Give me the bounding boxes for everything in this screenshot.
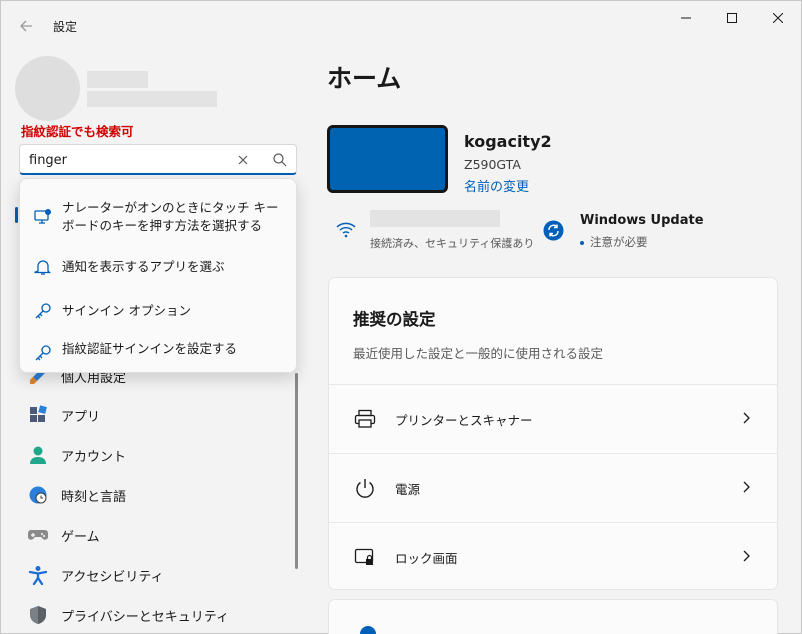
device-model: Z590GTA xyxy=(464,157,521,172)
sidebar-item-label: プライバシーとセキュリティ xyxy=(61,609,229,625)
shield-icon xyxy=(27,604,49,626)
suggestion-narrator-keyboard[interactable]: ナレーターがオンのときにタッチ キーボードのキーを押す方法を選択する xyxy=(20,187,296,245)
sync-icon xyxy=(543,220,564,241)
sidebar-item-time-language[interactable]: 時刻と言語 xyxy=(21,477,291,513)
globe-clock-icon xyxy=(27,484,49,506)
suggestion-label: 通知を表示するアプリを選ぶ xyxy=(62,259,225,274)
avatar[interactable] xyxy=(15,56,80,121)
printer-icon xyxy=(353,407,377,431)
sidebar-item-apps[interactable]: アプリ xyxy=(21,397,291,433)
key-icon xyxy=(33,343,53,363)
sidebar-item-gaming[interactable]: ゲーム xyxy=(21,517,291,553)
close-icon xyxy=(773,13,783,23)
minimize-button[interactable] xyxy=(663,1,709,35)
search-box[interactable] xyxy=(19,144,297,175)
title-bar: 設定 xyxy=(1,1,801,49)
sidebar-item-label: アプリ xyxy=(61,409,101,425)
suggestion-label: 指紋認証サインインを設定する xyxy=(62,341,238,356)
maximize-icon xyxy=(727,13,737,23)
chevron-right-icon xyxy=(739,480,753,494)
row-printers-scanners[interactable]: プリンターとスキャナー xyxy=(329,384,777,452)
bell-icon xyxy=(33,257,53,277)
search-suggestions: ナレーターがオンのときにタッチ キーボードのキーを押す方法を選択する 通知を表示… xyxy=(19,178,297,373)
network-name-redacted[interactable] xyxy=(370,210,500,227)
annotation-text: 指紋認証でも検索可 xyxy=(21,124,134,139)
row-lock-screen[interactable]: ロック画面 xyxy=(329,522,777,590)
windows-update-status-label: 注意が必要 xyxy=(590,235,648,249)
sidebar-scrollbar[interactable] xyxy=(295,373,298,569)
arrow-left-icon xyxy=(20,20,32,32)
sidebar-item-accounts[interactable]: アカウント xyxy=(21,437,291,473)
row-label: ロック画面 xyxy=(395,551,458,566)
user-name-redacted xyxy=(87,71,148,88)
user-email-redacted xyxy=(87,91,217,107)
minimize-icon xyxy=(681,17,691,19)
search-button[interactable] xyxy=(272,152,288,168)
row-power[interactable]: 電源 xyxy=(329,453,777,521)
clear-search-button[interactable] xyxy=(235,152,251,168)
card-subtitle: 最近使用した設定と一般的に使用される設定 xyxy=(353,346,604,361)
lock-screen-icon xyxy=(353,545,377,569)
chevron-right-icon xyxy=(739,411,753,425)
search-input[interactable] xyxy=(29,150,219,170)
suggestion-fingerprint-signin[interactable]: 指紋認証サインインを設定する xyxy=(20,333,296,373)
key-icon xyxy=(33,301,53,321)
suggestion-label: サインイン オプション xyxy=(62,303,191,318)
apps-icon xyxy=(27,404,49,426)
accessibility-icon xyxy=(27,564,49,586)
row-label: プリンターとスキャナー xyxy=(395,413,533,428)
selection-indicator xyxy=(15,207,18,223)
suggestion-signin-options[interactable]: サインイン オプション xyxy=(20,289,296,333)
gamepad-icon xyxy=(27,524,49,546)
narrator-keyboard-icon xyxy=(33,207,53,227)
power-icon xyxy=(353,476,377,500)
window-title: 設定 xyxy=(53,20,78,34)
sidebar-item-label: アカウント xyxy=(61,449,127,465)
chevron-right-icon xyxy=(739,549,753,563)
device-name: kogacity2 xyxy=(464,132,552,151)
wifi-icon xyxy=(335,219,357,239)
back-button[interactable] xyxy=(13,13,39,39)
close-icon xyxy=(238,155,248,165)
sidebar-item-label: ゲーム xyxy=(61,529,100,545)
windows-update-status: 注意が必要 xyxy=(580,234,648,250)
suggestion-label: ナレーターがオンのときにタッチ キーボードのキーを押す方法を選択する xyxy=(62,200,279,233)
device-image xyxy=(327,125,448,193)
network-status: 接続済み、セキュリティ保護あり xyxy=(370,237,535,250)
settings-window: 設定 指紋認証でも検索可 ナレーターがオンのときにタッチ キーボードのキーを xyxy=(0,0,802,634)
secondary-card xyxy=(328,599,778,634)
maximize-button[interactable] xyxy=(709,1,755,35)
status-dot xyxy=(580,240,584,245)
person-icon xyxy=(27,444,49,466)
sidebar-item-label: アクセシビリティ xyxy=(61,569,164,585)
rename-link[interactable]: 名前の変更 xyxy=(464,176,529,195)
sidebar-item-privacy-security[interactable]: プライバシーとセキュリティ xyxy=(21,597,291,633)
sidebar-item-accessibility[interactable]: アクセシビリティ xyxy=(21,557,291,593)
close-button[interactable] xyxy=(755,1,801,35)
row-label: 電源 xyxy=(395,482,421,497)
card-title: 推奨の設定 xyxy=(353,310,436,329)
recommended-settings-card: 推奨の設定 最近使用した設定と一般的に使用される設定 プリンターとスキャナー 電… xyxy=(328,277,778,590)
windows-update-title[interactable]: Windows Update xyxy=(580,213,704,228)
suggestion-notifications[interactable]: 通知を表示するアプリを選ぶ xyxy=(20,245,296,289)
search-icon xyxy=(273,153,287,167)
sidebar-item-label: 時刻と言語 xyxy=(61,489,127,505)
page-title: ホーム xyxy=(327,64,402,93)
card-icon xyxy=(360,626,376,634)
